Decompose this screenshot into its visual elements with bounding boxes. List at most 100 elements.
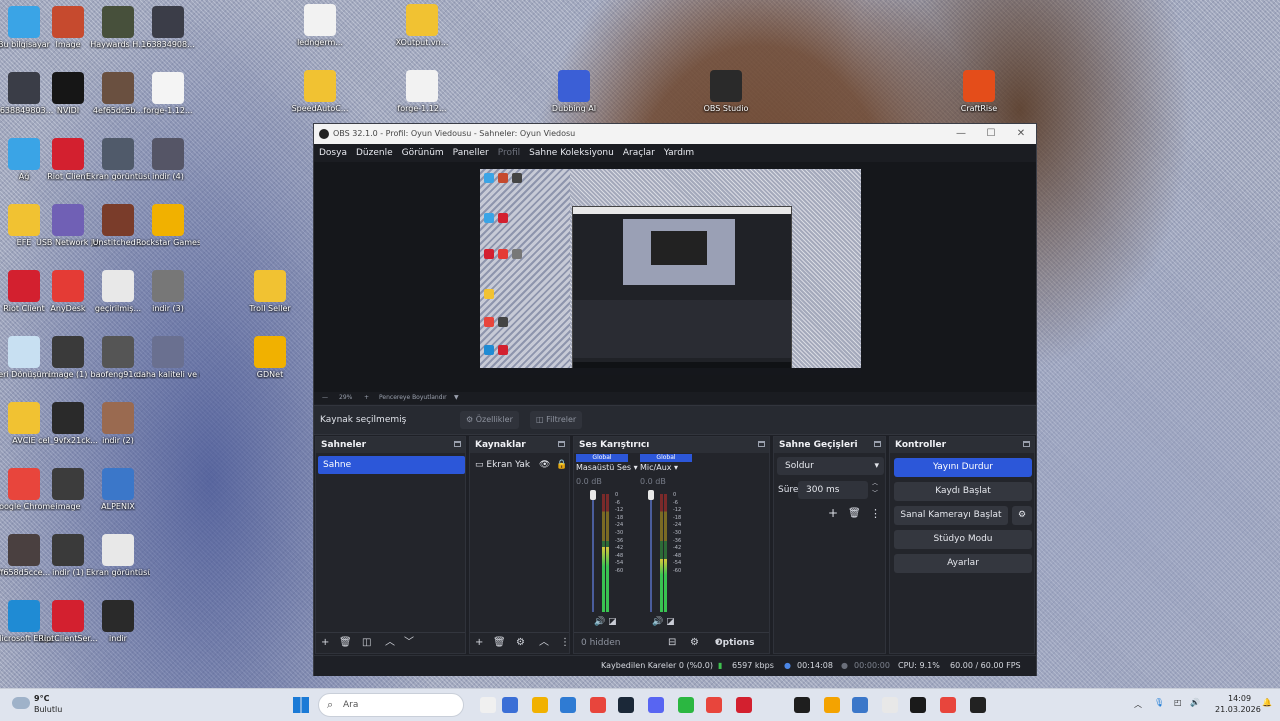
desktop-icon[interactable]: indir (3) [136,270,200,313]
volume-fader[interactable] [592,494,594,612]
desktop-icon[interactable]: Dubbing AI [542,70,606,113]
whatsapp-icon[interactable] [678,697,694,713]
riot-icon[interactable] [736,697,752,713]
close-button[interactable]: ✕ [1006,124,1036,144]
desktop-icon[interactable]: forge-1.12... [390,70,454,113]
fader-knob[interactable] [648,490,654,500]
desktop-icon[interactable]: GDNet [238,336,302,379]
speaker-icon[interactable]: 🔊 [594,617,605,627]
desktop-icon[interactable]: OBS Studio [694,70,758,113]
undock-icon[interactable] [1023,441,1030,447]
zoom-out-button[interactable]: — [322,392,328,404]
minimize-button[interactable]: — [946,124,976,144]
app-icon[interactable] [824,697,840,713]
task-view-icon[interactable] [480,697,496,713]
epic-games-icon[interactable] [794,697,810,713]
add-transition-button[interactable]: + [828,506,838,520]
trash-icon[interactable]: 🗑 [848,508,861,519]
undock-icon[interactable] [454,441,461,447]
terminal-icon[interactable] [910,697,926,713]
monitor-output-icon[interactable]: ◪ [666,617,675,627]
microphone-icon[interactable]: 🎙 [1154,698,1164,707]
trash-icon[interactable]: 🗑 [493,633,506,653]
virtual-camera-gear-icon[interactable]: ⚙ [1012,506,1032,525]
volume-fader[interactable] [650,494,652,612]
store-icon[interactable] [560,697,576,713]
more-icon[interactable]: ⋮ [870,507,881,520]
zoom-dropdown-icon[interactable]: ▼ [454,392,459,404]
desktop-icon[interactable]: ledngerm... [288,4,352,47]
menu-profil[interactable]: Profil [493,144,524,162]
zoom-in-button[interactable]: + [364,392,369,404]
search-box[interactable]: ⌕ Ara [318,693,464,717]
studio-mode-button[interactable]: Stüdyo Modu [894,530,1032,549]
maximize-button[interactable]: ☐ [976,124,1006,144]
app-icon[interactable] [852,697,868,713]
move-up-icon[interactable]: ︿ [539,633,549,653]
desktop-icon[interactable]: ALPENIX [86,468,150,511]
weather-temp[interactable]: 9°C [34,694,49,703]
settings-button[interactable]: Ayarlar [894,554,1032,573]
undock-icon[interactable] [758,441,765,447]
add-source-button[interactable]: + [475,633,483,653]
channel-name-select[interactable]: Masaüstü Ses ▾ [576,462,638,474]
mixer-settings-icon[interactable]: ⚙ [690,633,699,653]
desktop-icon[interactable]: Ekran görüntüsü... [86,534,150,577]
desktop-icon[interactable]: 163834908... [136,6,200,49]
desktop-icon[interactable]: indir (2) [86,402,150,445]
menu-yardim[interactable]: Yardım [659,144,698,162]
menu-paneller[interactable]: Paneller [448,144,493,162]
chevron-up-icon[interactable]: ︿ [1134,699,1142,710]
network-icon[interactable]: ◰ [1174,698,1182,707]
weather-text[interactable]: Bulutlu [34,705,62,714]
lock-icon[interactable]: 🔒 [556,460,567,470]
desktop-icon[interactable]: CraftRise [947,70,1011,113]
desktop-icon[interactable]: Rockstar Games... [136,204,200,247]
desktop-icon[interactable]: Troll Seller [238,270,302,313]
move-down-icon[interactable]: ﹀ [404,633,414,653]
scene-item[interactable]: Sahne [318,456,465,474]
filters-button[interactable]: ◫ Filtreler [530,411,583,429]
menu-sahne-koleksiyonu[interactable]: Sahne Koleksiyonu [524,144,618,162]
undock-icon[interactable] [558,441,565,447]
chrome-icon[interactable] [940,697,956,713]
fader-knob[interactable] [590,490,596,500]
eye-icon[interactable]: 👁 [539,460,550,470]
discord-icon[interactable] [648,697,664,713]
clock-time[interactable]: 14:09 [1228,694,1251,703]
preview-canvas[interactable] [314,162,1036,392]
transition-select[interactable]: Soldur ▾ [777,457,884,475]
undock-icon[interactable] [874,441,881,447]
stop-streaming-button[interactable]: Yayını Durdur [894,458,1032,477]
duration-input[interactable]: 300 ms [798,481,868,499]
notification-bell-icon[interactable]: 🔔 [1262,698,1272,707]
duration-stepper[interactable]: ︿ ﹀ [872,479,878,499]
scene-filters-icon[interactable]: ◫ [362,633,371,653]
start-recording-button[interactable]: Kaydı Başlat [894,482,1032,501]
channel-name-select[interactable]: Mic/Aux ▾ [640,462,692,474]
outlook-icon[interactable] [502,697,518,713]
menu-duzenle[interactable]: Düzenle [351,144,397,162]
move-up-icon[interactable]: ︿ [385,633,395,653]
desktop-icon[interactable]: daha kaliteli ve resim [136,336,200,379]
obs-icon[interactable] [970,697,986,713]
obs-title-bar[interactable]: OBS 32.1.0 - Profil: Oyun Viedousu - Sah… [314,124,1036,144]
volume-icon[interactable]: 🔊 [1190,698,1200,707]
menu-dosya[interactable]: Dosya [314,144,351,162]
trash-icon[interactable]: 🗑 [339,633,352,653]
speaker-icon[interactable]: 🔊 [652,617,663,627]
gear-icon[interactable]: ⚙ [516,633,525,653]
more-icon[interactable]: ⋮ [560,633,570,653]
source-item[interactable]: ▭ Ekran Yak 👁 🔒 [475,456,567,474]
app-icon[interactable] [882,697,898,713]
properties-button[interactable]: ⚙ Özellikler [460,411,519,429]
app-icon[interactable] [706,697,722,713]
start-virtual-camera-button[interactable]: Sanal Kamerayı Başlat [894,506,1008,525]
fit-to-window-select[interactable]: Pencereye Boyutlandır [379,392,447,404]
menu-gorunum[interactable]: Görünüm [397,144,448,162]
mixer-collapse-icon[interactable]: ⊟ [668,633,676,653]
menu-araclar[interactable]: Araçlar [618,144,659,162]
monitor-output-icon[interactable]: ◪ [608,617,617,627]
desktop-icon[interactable]: XOutput.vn... [390,4,454,47]
chrome-icon[interactable] [590,697,606,713]
